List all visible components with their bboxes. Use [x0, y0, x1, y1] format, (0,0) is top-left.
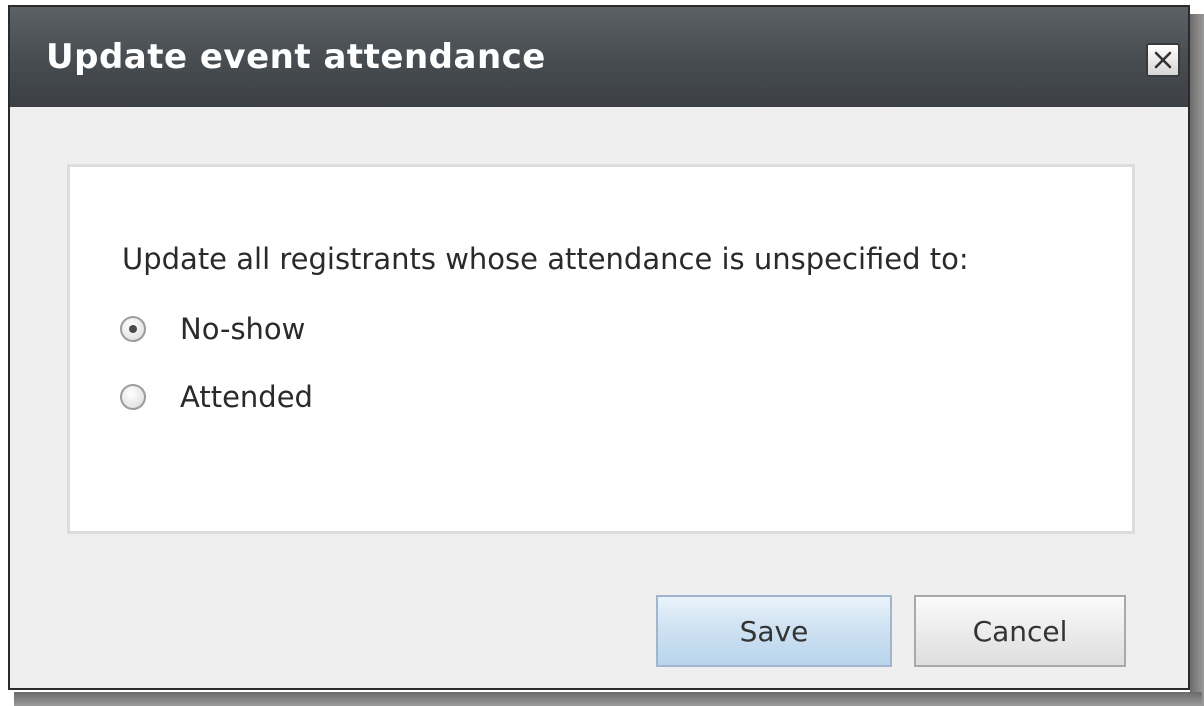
dialog-shadow-bottom: [14, 692, 1202, 706]
radio-option-no-show[interactable]: No-show: [120, 309, 305, 349]
radio-option-attended[interactable]: Attended: [120, 377, 313, 417]
no-show-radio[interactable]: [120, 316, 146, 342]
dialog-title: Update event attendance: [46, 37, 546, 77]
attended-radio[interactable]: [120, 384, 146, 410]
attendance-prompt: Update all registrants whose attendance …: [122, 242, 969, 276]
dialog-shadow-right: [1190, 14, 1204, 706]
options-panel: Update all registrants whose attendance …: [67, 164, 1135, 534]
cancel-button[interactable]: Cancel: [914, 595, 1126, 667]
update-attendance-dialog: Update event attendance Update all regis…: [8, 5, 1190, 690]
no-show-label: No-show: [180, 312, 306, 346]
dialog-titlebar: Update event attendance: [10, 7, 1188, 107]
attended-label: Attended: [180, 380, 313, 414]
screen: Update event attendance Update all regis…: [0, 0, 1204, 706]
dialog-body: Update all registrants whose attendance …: [10, 107, 1188, 688]
close-button[interactable]: [1146, 43, 1180, 77]
save-button[interactable]: Save: [656, 595, 892, 667]
close-icon: [1154, 51, 1172, 69]
